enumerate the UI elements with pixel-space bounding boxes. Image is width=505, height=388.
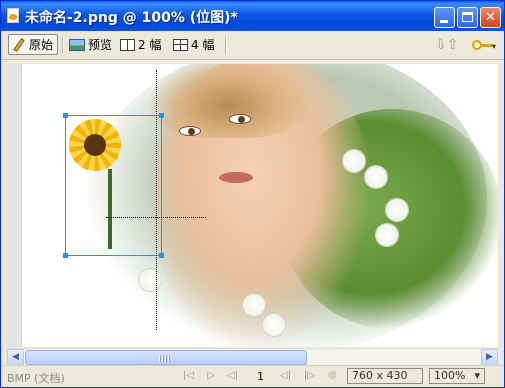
- lily-flower: [376, 224, 398, 246]
- arrow-right-icon: ▶: [486, 352, 493, 362]
- dropdown-arrow-icon: ▾: [492, 42, 497, 51]
- scrollbar-thumb[interactable]: [25, 350, 307, 365]
- minimize-icon: [440, 20, 448, 23]
- loop-icon[interactable]: ◎: [328, 370, 337, 381]
- lily-flower: [365, 166, 387, 188]
- previous-frame-icon[interactable]: ◁|: [280, 370, 291, 381]
- right-eye: [229, 114, 251, 124]
- selection-box[interactable]: [63, 113, 164, 258]
- preview-view-label: 预览: [88, 38, 113, 52]
- preview-view-button[interactable]: 预览: [68, 34, 112, 55]
- last-frame-icon[interactable]: ◁|: [227, 370, 238, 381]
- scroll-left-button[interactable]: ◀: [7, 349, 24, 366]
- four-up-icon: [173, 38, 188, 51]
- four-up-label: 4 幅: [191, 38, 215, 52]
- document-window: 未命名-2.png @ 100% (位图)* ✕ 原始 预览 2 幅 4 幅 ⇩…: [0, 0, 505, 388]
- play-icon[interactable]: ▷: [207, 370, 215, 381]
- toolbar-divider: [62, 37, 64, 54]
- lily-flower: [263, 314, 285, 336]
- resize-handle[interactable]: [159, 113, 164, 118]
- close-button[interactable]: ✕: [480, 7, 501, 28]
- image-dimensions: 760 x 430: [347, 368, 423, 384]
- mouth: [219, 172, 253, 183]
- four-up-view-button[interactable]: 4 幅: [173, 34, 214, 55]
- next-frame-icon[interactable]: |▷: [304, 370, 315, 381]
- title-bar[interactable]: 未命名-2.png @ 100% (位图)* ✕: [1, 1, 504, 31]
- vertical-guide-line[interactable]: [156, 70, 157, 330]
- horizontal-guide-line[interactable]: [106, 217, 206, 218]
- zoom-value: 100%: [434, 369, 466, 382]
- status-bar: BMP (文档) |◁ ▷ ◁| 1 ◁| |▷ ◎ 760 x 430 100…: [1, 365, 504, 387]
- scroll-right-button[interactable]: ▶: [481, 349, 498, 366]
- two-up-icon: [120, 38, 135, 51]
- export-arrows-icon[interactable]: ⇩⇧: [435, 37, 458, 53]
- quick-export-icon[interactable]: ▾: [472, 39, 496, 53]
- lily-flower: [243, 294, 265, 316]
- original-view-label: 原始: [29, 38, 54, 52]
- pencil-icon: [12, 38, 26, 52]
- resize-handle[interactable]: [63, 253, 68, 258]
- maximize-button[interactable]: [457, 7, 478, 28]
- maximize-icon: [462, 12, 473, 22]
- format-label: BMP (文档): [7, 372, 65, 385]
- resize-handle[interactable]: [63, 113, 68, 118]
- minimize-button[interactable]: [434, 7, 455, 28]
- window-title: 未命名-2.png @ 100% (位图)*: [25, 10, 238, 26]
- two-up-view-button[interactable]: 2 幅: [120, 34, 161, 55]
- toolbar-divider: [225, 37, 227, 54]
- first-frame-icon[interactable]: |◁: [183, 370, 194, 381]
- lily-flower: [139, 269, 161, 291]
- hair-area: [149, 64, 309, 138]
- lily-flower: [386, 199, 408, 221]
- grip-icon: [159, 355, 171, 362]
- image-icon: [69, 38, 85, 51]
- frame-number: 1: [257, 370, 264, 383]
- two-up-label: 2 幅: [138, 38, 162, 52]
- close-icon: ✕: [485, 10, 496, 25]
- lily-flower: [343, 150, 365, 172]
- arrow-left-icon: ◀: [12, 352, 19, 362]
- zoom-select[interactable]: 100% ▾: [429, 368, 485, 384]
- document-icon: [7, 8, 19, 23]
- canvas-ruler: [7, 64, 22, 347]
- chevron-down-icon: ▾: [474, 369, 480, 382]
- horizontal-scrollbar[interactable]: ◀ ▶: [7, 348, 498, 366]
- document-canvas[interactable]: [7, 64, 498, 347]
- left-eye: [179, 126, 201, 136]
- original-view-button[interactable]: 原始: [8, 34, 58, 55]
- resize-handle[interactable]: [159, 253, 164, 258]
- view-toolbar: 原始 预览 2 幅 4 幅 ⇩⇧ ▾: [1, 31, 504, 60]
